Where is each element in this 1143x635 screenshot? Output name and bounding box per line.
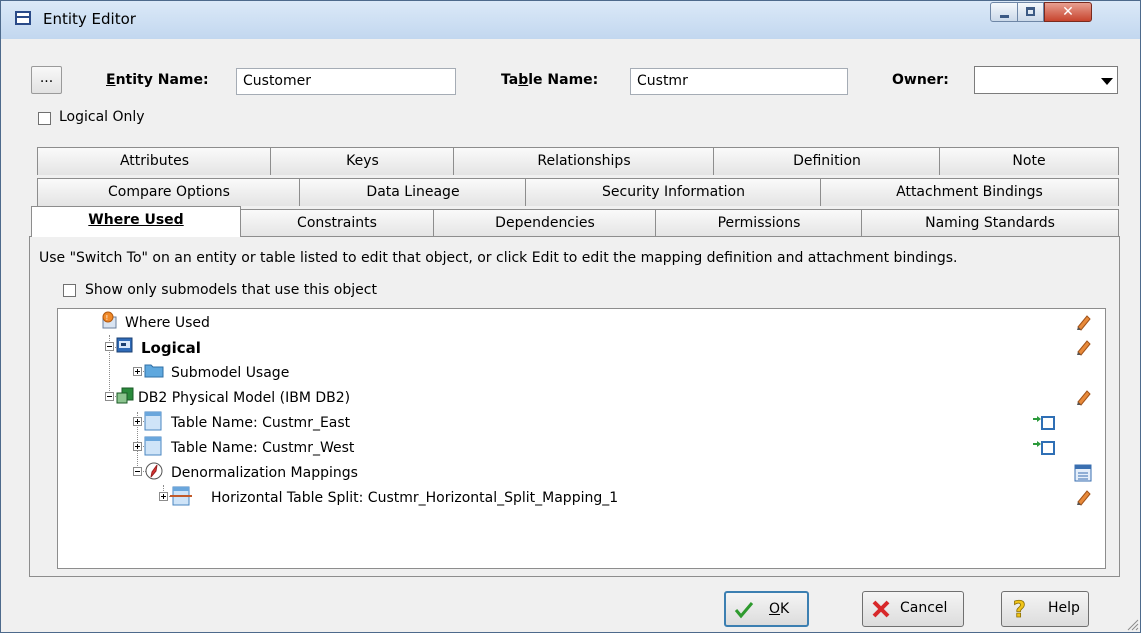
question-mark-icon: ? bbox=[1013, 598, 1027, 621]
tree-item-label: Table Name: Custmr_East bbox=[171, 415, 351, 431]
tab-constraints[interactable]: Constraints bbox=[239, 209, 435, 237]
tree-item-label: Logical bbox=[141, 339, 201, 357]
cancel-x-icon bbox=[872, 600, 890, 618]
close-icon: ✕ bbox=[1062, 4, 1074, 20]
show-only-label[interactable]: Show only submodels that use this object bbox=[85, 282, 377, 298]
edit-pencil-icon[interactable] bbox=[1074, 488, 1092, 506]
svg-text:?: ? bbox=[1013, 598, 1026, 621]
tab-compare-options[interactable]: Compare Options bbox=[37, 178, 301, 206]
edit-pencil-icon[interactable] bbox=[1074, 313, 1092, 331]
table-name-field[interactable]: Custmr bbox=[630, 68, 848, 95]
tab-security-information[interactable]: Security Information bbox=[525, 178, 822, 206]
svg-text:!: ! bbox=[106, 314, 109, 322]
folder-icon bbox=[144, 361, 164, 379]
logical-only-checkbox[interactable] bbox=[38, 112, 51, 125]
tree-item-label: DB2 Physical Model (IBM DB2) bbox=[138, 390, 351, 406]
tab-data-lineage[interactable]: Data Lineage bbox=[299, 178, 527, 206]
resize-grip-icon[interactable] bbox=[1127, 619, 1139, 631]
cancel-button[interactable]: Cancel bbox=[862, 591, 964, 627]
tab-dependencies[interactable]: Dependencies bbox=[433, 209, 657, 237]
maximize-icon bbox=[1026, 7, 1035, 16]
table-split-icon bbox=[170, 486, 192, 506]
checkmark-icon bbox=[734, 602, 754, 619]
instructions-text: Use "Switch To" on an entity or table li… bbox=[39, 250, 958, 266]
cancel-label: Cancel bbox=[900, 600, 948, 616]
tree-item-label: Where Used bbox=[125, 315, 210, 331]
denormalization-icon bbox=[144, 461, 163, 480]
title-bar[interactable]: Entity Editor ✕ bbox=[1, 1, 1140, 39]
edit-pencil-icon[interactable] bbox=[1074, 338, 1092, 356]
maximize-button[interactable] bbox=[1017, 2, 1044, 22]
where-used-tree[interactable]: ! Where Used Logical Submodel Usage DB2 … bbox=[57, 308, 1106, 569]
minimize-icon bbox=[1000, 15, 1009, 18]
switch-to-icon[interactable] bbox=[1032, 413, 1056, 431]
help-label: Help bbox=[1048, 600, 1080, 616]
table-icon bbox=[144, 436, 162, 456]
ok-button[interactable]: OK bbox=[724, 591, 809, 627]
tab-where-used-label: Where Used bbox=[88, 212, 184, 228]
owner-select[interactable] bbox=[974, 66, 1118, 94]
table-icon bbox=[144, 411, 162, 431]
list-icon[interactable] bbox=[1074, 464, 1092, 482]
switch-to-icon[interactable] bbox=[1032, 438, 1056, 456]
tab-naming-standards[interactable]: Naming Standards bbox=[861, 209, 1119, 237]
entity-name-field[interactable]: Customer bbox=[236, 68, 456, 95]
tab-attributes[interactable]: Attributes bbox=[37, 147, 272, 175]
table-name-label: Table Name: bbox=[501, 72, 599, 88]
where-used-icon: ! bbox=[100, 311, 118, 329]
collapse-toggle[interactable] bbox=[133, 467, 142, 476]
show-only-checkbox[interactable] bbox=[63, 284, 76, 297]
expand-toggle[interactable] bbox=[133, 417, 142, 426]
close-button[interactable]: ✕ bbox=[1044, 2, 1092, 22]
tab-note[interactable]: Note bbox=[939, 147, 1119, 175]
chevron-down-icon[interactable] bbox=[1097, 70, 1115, 90]
tab-where-used[interactable]: Where Used bbox=[31, 206, 241, 237]
collapse-toggle[interactable] bbox=[105, 342, 114, 351]
ellipsis-button[interactable]: ... bbox=[31, 66, 62, 94]
window-title: Entity Editor bbox=[43, 10, 136, 28]
app-window-icon bbox=[15, 11, 31, 25]
entity-name-label: Entity Name: bbox=[106, 72, 209, 88]
tree-item-label: Table Name: Custmr_West bbox=[171, 440, 355, 456]
entity-editor-window: Entity Editor ✕ ... Entity Name: Custome… bbox=[0, 0, 1141, 633]
logical-model-icon bbox=[116, 336, 134, 354]
edit-pencil-icon[interactable] bbox=[1074, 388, 1092, 406]
tab-relationships[interactable]: Relationships bbox=[453, 147, 715, 175]
tab-keys[interactable]: Keys bbox=[270, 147, 455, 175]
tree-item-label: Horizontal Table Split: Custmr_Horizonta… bbox=[211, 490, 619, 506]
tab-definition[interactable]: Definition bbox=[713, 147, 941, 175]
expand-toggle[interactable] bbox=[133, 442, 142, 451]
physical-model-icon bbox=[116, 386, 134, 404]
help-button[interactable]: ? Help bbox=[1001, 591, 1089, 627]
tab-attachment-bindings[interactable]: Attachment Bindings bbox=[820, 178, 1119, 206]
ok-label: OK bbox=[769, 601, 790, 617]
logical-only-label[interactable]: Logical Only bbox=[59, 109, 145, 125]
tab-permissions[interactable]: Permissions bbox=[655, 209, 863, 237]
expand-toggle[interactable] bbox=[159, 492, 168, 501]
owner-label: Owner: bbox=[892, 72, 949, 88]
tree-item-label: Submodel Usage bbox=[171, 365, 290, 381]
expand-toggle[interactable] bbox=[133, 367, 142, 376]
collapse-toggle[interactable] bbox=[105, 392, 114, 401]
tree-item-label: Denormalization Mappings bbox=[171, 465, 358, 481]
minimize-button[interactable] bbox=[990, 2, 1018, 22]
